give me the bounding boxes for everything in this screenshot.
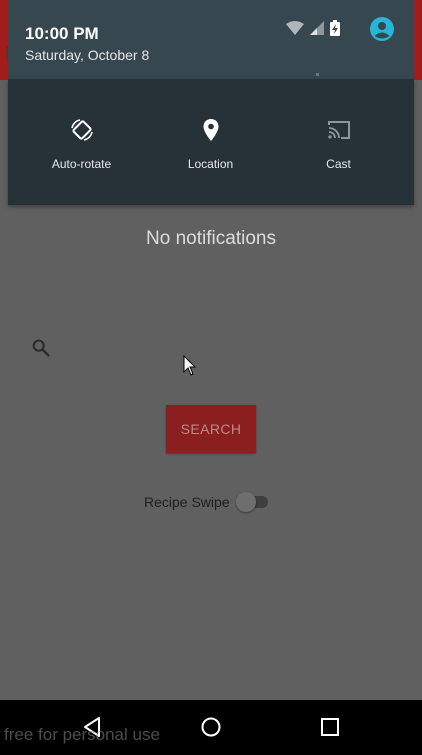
clock: 10:00 PM	[25, 24, 99, 43]
quick-settings-panel: Auto-rotate Location Cast	[8, 73, 414, 205]
home-icon[interactable]	[198, 714, 224, 740]
date[interactable]: Saturday, October 8	[25, 47, 149, 63]
recipe-swipe-toggle[interactable]	[235, 492, 272, 512]
notification-shade-header: 10:00 PM Saturday, October 8	[8, 0, 414, 79]
auto-rotate-icon	[69, 117, 95, 143]
tile-label: Cast	[326, 157, 351, 171]
user-avatar-icon[interactable]	[370, 17, 394, 41]
recipe-swipe-label: Recipe Swipe	[144, 494, 230, 510]
no-notifications-text: No notifications	[146, 228, 276, 249]
recents-icon[interactable]	[317, 714, 343, 740]
tile-location[interactable]: Location	[143, 79, 278, 205]
cell-signal-icon	[310, 21, 324, 40]
location-pin-icon	[198, 117, 224, 143]
tile-auto-rotate[interactable]: Auto-rotate	[14, 79, 149, 205]
tile-label: Location	[187, 157, 234, 171]
search-button[interactable]: SEARCH	[166, 405, 256, 453]
recipe-swipe-row: Recipe Swipe	[144, 492, 272, 512]
panel-handle	[316, 73, 319, 76]
toggle-thumb	[235, 492, 256, 512]
mouse-cursor-icon	[183, 354, 197, 377]
tile-cast[interactable]: Cast	[271, 79, 406, 205]
search-icon[interactable]	[30, 337, 52, 359]
battery-charging-icon	[330, 20, 340, 41]
cast-icon	[326, 117, 352, 143]
wifi-icon	[286, 21, 304, 40]
tile-label: Auto-rotate	[51, 157, 112, 171]
watermark: free for personal use	[4, 725, 160, 744]
status-icons	[286, 20, 340, 41]
